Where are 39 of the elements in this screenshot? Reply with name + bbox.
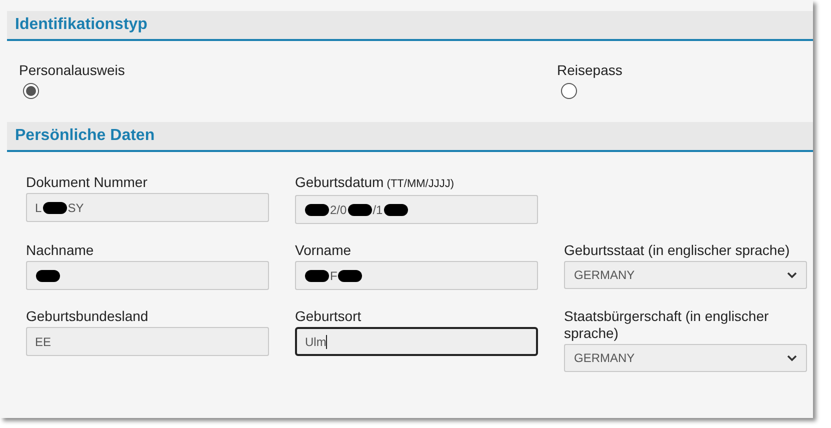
redaction-mark <box>348 204 372 216</box>
field-value: /1 <box>372 202 383 218</box>
field-value: EE <box>35 334 52 350</box>
field-label: Geburtsstaat (in englischer sprache) <box>564 242 791 259</box>
redaction-mark <box>338 270 362 282</box>
field-label: Geburtsdatum (TT/MM/JJJJ) <box>295 174 455 192</box>
chevron-down-icon <box>787 354 797 362</box>
field-value: SY <box>68 200 84 216</box>
radio-label: Reisepass <box>557 61 622 79</box>
field-label: Geburtsbundesland <box>26 308 150 325</box>
redaction-mark <box>384 204 408 216</box>
input-field[interactable]: F <box>295 261 538 290</box>
field-label: Dokument Nummer <box>26 174 148 191</box>
input-field[interactable]: L SY <box>26 193 269 222</box>
field-label: Nachname <box>26 242 95 259</box>
field-label: Staatsbürgerschaft (in englischer sprache) <box>564 308 770 342</box>
input-field[interactable]: Ulm <box>295 327 538 356</box>
section-title: Persönliche Daten <box>15 126 155 146</box>
redaction-mark <box>305 270 329 282</box>
redaction-mark <box>36 270 60 282</box>
redaction-mark <box>305 204 329 216</box>
select-dropdown[interactable]: GERMANY <box>564 344 807 372</box>
redaction-mark <box>42 202 67 214</box>
radio-label: Personalausweis <box>19 61 125 79</box>
field-value: L <box>35 200 42 216</box>
input-field[interactable] <box>26 261 269 290</box>
radio-button[interactable] <box>23 83 39 99</box>
text-cursor <box>326 334 328 348</box>
field-label: Geburtsort <box>295 308 362 325</box>
field-value: 2/0 <box>330 202 347 218</box>
chevron-down-icon <box>787 272 797 278</box>
input-field[interactable]: EE <box>26 327 269 356</box>
field-value: Ulm <box>305 334 326 350</box>
field-value: F <box>330 268 338 284</box>
select-dropdown[interactable]: GERMANY <box>564 261 807 289</box>
input-field[interactable]: 2/0 /1 <box>295 195 538 224</box>
radio-button[interactable] <box>561 83 577 99</box>
section-title: Identifikationstyp <box>15 15 148 35</box>
field-label: Vorname <box>295 242 352 259</box>
